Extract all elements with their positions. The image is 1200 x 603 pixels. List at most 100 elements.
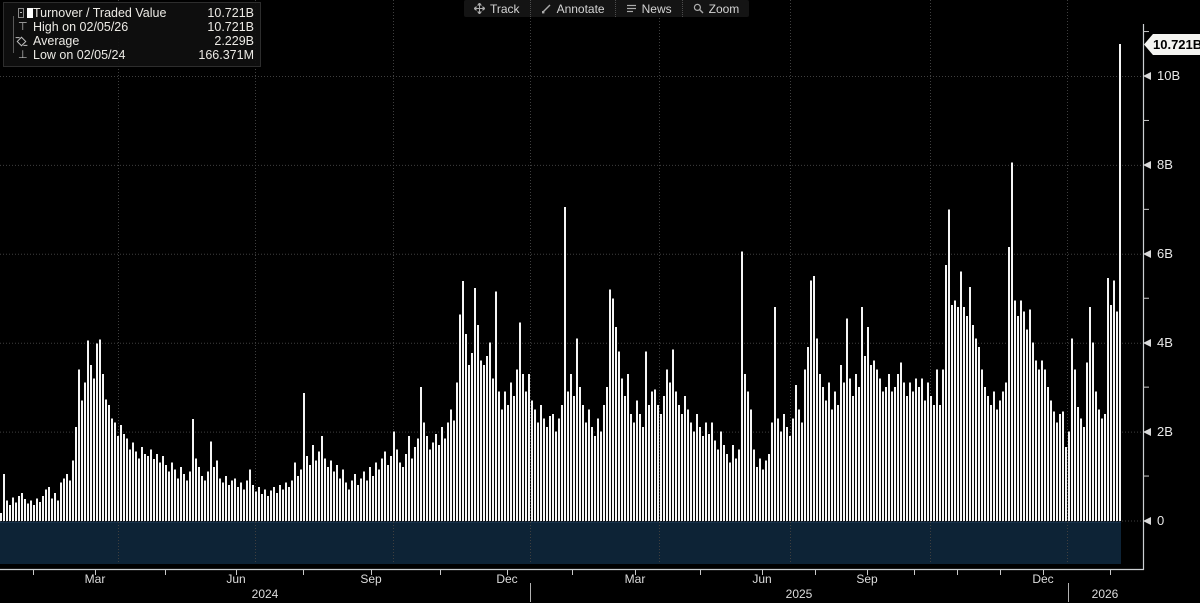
volume-bar	[1119, 44, 1121, 521]
bottom-panel-band	[0, 522, 1121, 564]
volume-bar	[60, 483, 62, 521]
volume-bar	[219, 478, 221, 521]
legend-row-high[interactable]: ⊤ High on 02/05/26 10.721B	[8, 20, 254, 34]
volume-bar	[558, 418, 560, 521]
volume-bar	[636, 400, 638, 521]
track-button[interactable]: Track	[464, 0, 531, 17]
volume-bar	[222, 483, 224, 521]
news-button[interactable]: News	[616, 0, 683, 17]
volume-bar	[1026, 329, 1028, 521]
volume-bar	[876, 369, 878, 521]
volume-bar	[708, 434, 710, 521]
legend-row-low[interactable]: ⊥ Low on 02/05/24 166.371M	[8, 48, 254, 62]
legend-tree-line	[13, 16, 14, 53]
chart-toolbar: Track Annotate News Zoom	[464, 0, 749, 17]
volume-bar	[717, 449, 719, 521]
volume-bar	[621, 378, 623, 521]
volume-bar	[645, 352, 647, 521]
legend-row-series[interactable]: Turnover / Traded Value 10.721B	[8, 6, 254, 20]
volume-bar	[825, 400, 827, 521]
volume-bar	[168, 472, 170, 521]
volume-bar	[0, 513, 2, 521]
zoom-magnifier-icon	[693, 3, 704, 14]
volume-bar	[186, 480, 188, 521]
tree-expander-icon[interactable]	[18, 8, 24, 18]
volume-bar	[357, 485, 359, 521]
x-axis-month-label: Mar	[625, 572, 646, 586]
volume-bar	[402, 467, 404, 521]
volume-bar	[483, 365, 485, 521]
volume-bar	[867, 327, 869, 521]
volume-bar	[432, 443, 434, 521]
volume-bar	[714, 440, 716, 521]
high-label: High on 02/05/26	[33, 20, 201, 34]
volume-bar	[855, 374, 857, 521]
x-axis-month-label: Sep	[360, 572, 381, 586]
volume-bar	[681, 414, 683, 521]
volume-bar	[420, 387, 422, 521]
volume-bar	[153, 459, 155, 521]
volume-bar	[468, 365, 470, 521]
volume-bar	[498, 392, 500, 521]
volume-bar	[1074, 369, 1076, 521]
volume-bar	[642, 427, 644, 521]
volume-bar	[672, 349, 674, 521]
volume-bar	[282, 489, 284, 521]
volume-bar	[384, 452, 386, 521]
volume-bar	[213, 467, 215, 521]
chart-plot-area[interactable]	[0, 0, 1200, 603]
volume-bar	[39, 502, 41, 521]
volume-bar	[414, 447, 416, 521]
volume-bar	[393, 432, 395, 521]
volume-bar	[909, 383, 911, 521]
y-axis-major-tick	[1143, 161, 1151, 169]
volume-bar	[318, 452, 320, 521]
volume-bar	[1032, 343, 1034, 521]
volume-bar	[66, 474, 68, 521]
volume-bar	[777, 418, 779, 521]
chart-legend-panel: Turnover / Traded Value 10.721B ⊤ High o…	[3, 2, 261, 67]
volume-bar	[426, 436, 428, 521]
volume-bar	[771, 423, 773, 521]
volume-bar	[333, 472, 335, 521]
volume-bar	[291, 480, 293, 521]
volume-bar	[597, 418, 599, 521]
volume-bar	[690, 423, 692, 521]
volume-bar	[774, 307, 776, 521]
volume-bar	[6, 500, 8, 521]
volume-bar	[939, 405, 941, 521]
legend-expander-and-swatch[interactable]	[18, 8, 33, 18]
average-value: 2.229B	[208, 34, 254, 48]
volume-bar	[15, 503, 17, 521]
volume-bar	[1041, 360, 1043, 521]
volume-bar	[822, 387, 824, 521]
low-label: Low on 02/05/24	[33, 48, 192, 62]
annotate-button[interactable]: Annotate	[531, 0, 616, 17]
volume-bar	[816, 338, 818, 521]
volume-bar	[678, 405, 680, 521]
volume-bar	[1056, 423, 1058, 521]
volume-bar	[843, 383, 845, 521]
volume-bar	[396, 449, 398, 521]
volume-bar	[36, 498, 38, 521]
average-marker-icon	[18, 38, 33, 45]
volume-bar	[921, 378, 923, 521]
legend-row-average[interactable]: Average 2.229B	[8, 34, 254, 48]
volume-bar	[1044, 369, 1046, 521]
volume-bar	[363, 472, 365, 521]
volume-bar	[783, 414, 785, 521]
volume-bar	[162, 456, 164, 521]
high-marker-icon: ⊤	[18, 20, 33, 34]
volume-bar	[657, 405, 659, 521]
volume-bar	[675, 392, 677, 521]
volume-bar	[951, 305, 953, 521]
volume-bar	[1080, 418, 1082, 521]
volume-bar	[375, 463, 377, 521]
volume-bar	[369, 467, 371, 521]
volume-bar	[354, 474, 356, 521]
volume-bar	[588, 409, 590, 521]
volume-bar	[417, 438, 419, 521]
volume-bar	[633, 423, 635, 521]
volume-bar	[201, 476, 203, 521]
zoom-button[interactable]: Zoom	[683, 0, 750, 17]
